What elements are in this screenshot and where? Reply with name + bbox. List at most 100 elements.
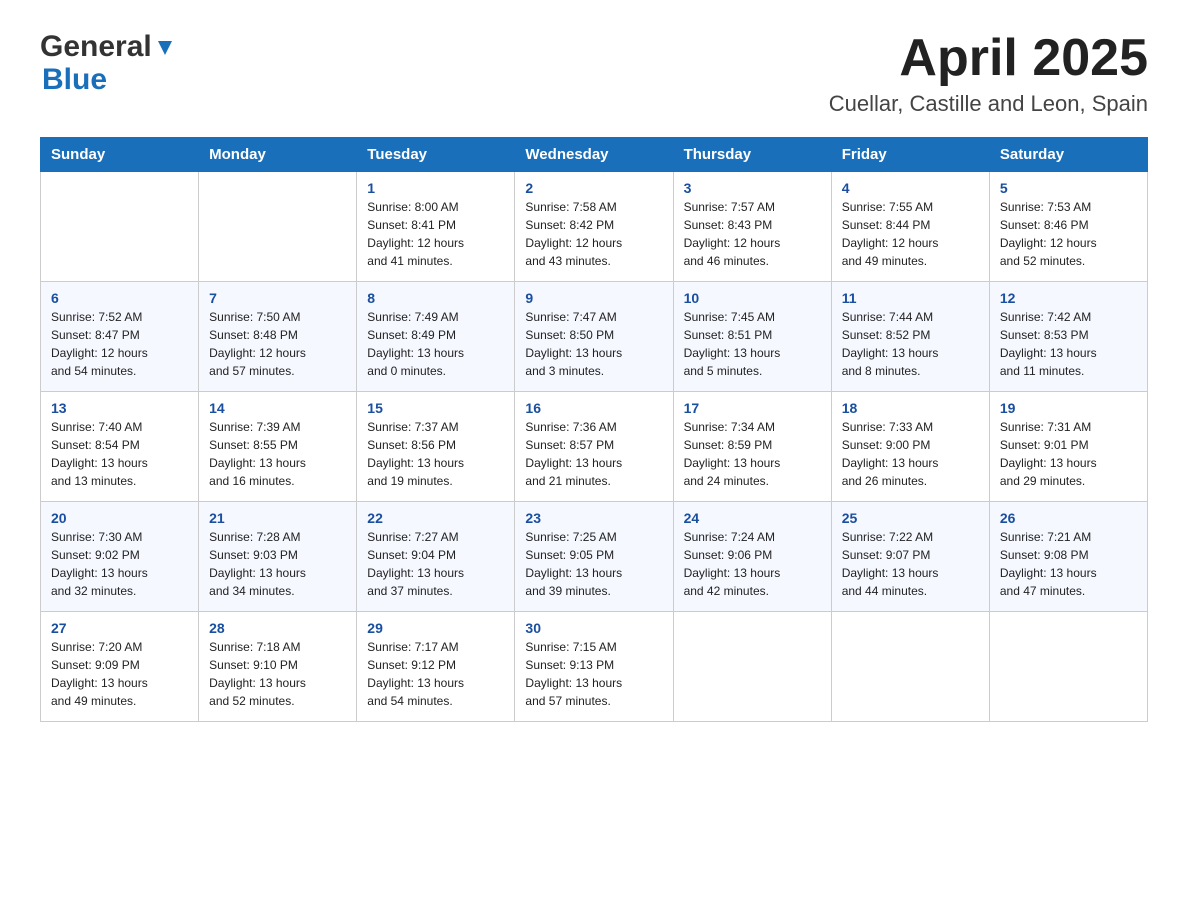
calendar-cell: 27Sunrise: 7:20 AMSunset: 9:09 PMDayligh… — [41, 612, 199, 722]
header-day-wednesday: Wednesday — [515, 138, 673, 172]
day-info: Sunrise: 7:57 AMSunset: 8:43 PMDaylight:… — [684, 198, 821, 270]
day-number: 3 — [684, 180, 821, 196]
day-info: Sunrise: 7:15 AMSunset: 9:13 PMDaylight:… — [525, 638, 662, 710]
calendar-cell: 7 Sunrise: 7:50 AMSunset: 8:48 PMDaylight… — [199, 282, 357, 392]
day-number: 30 — [525, 620, 662, 636]
day-number: 8 — [367, 290, 504, 306]
day-info: Sunrise: 7:37 AMSunset: 8:56 PMDaylight:… — [367, 418, 504, 490]
calendar-header-row: SundayMondayTuesdayWednesdayThursdayFrid… — [41, 138, 1148, 172]
calendar-cell: 12Sunrise: 7:42 AMSunset: 8:53 PMDayligh… — [989, 282, 1147, 392]
calendar-cell: 17 Sunrise: 7:34 AMSunset: 8:59 PMDayligh… — [673, 392, 831, 502]
day-info: Sunrise: 7:53 AMSunset: 8:46 PMDaylight:… — [1000, 198, 1137, 270]
calendar-cell: 30 Sunrise: 7:15 AMSunset: 9:13 PMDayligh… — [515, 612, 673, 722]
calendar-cell: 4Sunrise: 7:55 AMSunset: 8:44 PMDaylight… — [831, 172, 989, 282]
header-day-sunday: Sunday — [41, 138, 199, 172]
day-number: 17 — [684, 400, 821, 416]
day-info: Sunrise: 7:44 AMSunset: 8:52 PMDaylight:… — [842, 308, 979, 380]
day-info: Sunrise: 7:34 AMSunset: 8:59 PMDaylight:… — [684, 418, 821, 490]
day-number: 13 — [51, 400, 188, 416]
header-day-saturday: Saturday — [989, 138, 1147, 172]
calendar-cell: 18Sunrise: 7:33 AMSunset: 9:00 PMDayligh… — [831, 392, 989, 502]
calendar-cell: 19Sunrise: 7:31 AMSunset: 9:01 PMDayligh… — [989, 392, 1147, 502]
calendar-cell: 8Sunrise: 7:49 AMSunset: 8:49 PMDaylight… — [357, 282, 515, 392]
calendar-cell: 28 Sunrise: 7:18 AMSunset: 9:10 PMDayligh… — [199, 612, 357, 722]
day-number: 26 — [1000, 510, 1137, 526]
day-number: 7 — [209, 290, 346, 306]
calendar-cell — [199, 172, 357, 282]
location-title: Cuellar, Castille and Leon, Spain — [829, 91, 1148, 117]
day-info: Sunrise: 7:36 AMSunset: 8:57 PMDaylight:… — [525, 418, 662, 490]
logo-blue-text: Blue — [42, 63, 107, 96]
day-number: 29 — [367, 620, 504, 636]
day-info: Sunrise: 8:00 AMSunset: 8:41 PMDaylight:… — [367, 198, 504, 270]
day-number: 20 — [51, 510, 188, 526]
calendar-cell — [989, 612, 1147, 722]
calendar-cell: 6 Sunrise: 7:52 AMSunset: 8:47 PMDaylight… — [41, 282, 199, 392]
header: General Blue April 2025 Cuellar, Castill… — [40, 30, 1148, 117]
day-number: 2 — [525, 180, 662, 196]
day-info: Sunrise: 7:58 AMSunset: 8:42 PMDaylight:… — [525, 198, 662, 270]
day-info: Sunrise: 7:27 AMSunset: 9:04 PMDaylight:… — [367, 528, 504, 600]
calendar-cell: 23Sunrise: 7:25 AMSunset: 9:05 PMDayligh… — [515, 502, 673, 612]
calendar-cell: 20 Sunrise: 7:30 AMSunset: 9:02 PMDayligh… — [41, 502, 199, 612]
calendar-cell: 10 Sunrise: 7:45 AMSunset: 8:51 PMDayligh… — [673, 282, 831, 392]
day-info: Sunrise: 7:24 AMSunset: 9:06 PMDaylight:… — [684, 528, 821, 600]
calendar-cell: 22 Sunrise: 7:27 AMSunset: 9:04 PMDayligh… — [357, 502, 515, 612]
month-title: April 2025 — [829, 30, 1148, 87]
day-number: 6 — [51, 290, 188, 306]
day-info: Sunrise: 7:22 AMSunset: 9:07 PMDaylight:… — [842, 528, 979, 600]
calendar-cell: 16 Sunrise: 7:36 AMSunset: 8:57 PMDayligh… — [515, 392, 673, 502]
day-number: 28 — [209, 620, 346, 636]
day-number: 14 — [209, 400, 346, 416]
calendar-cell: 24 Sunrise: 7:24 AMSunset: 9:06 PMDayligh… — [673, 502, 831, 612]
day-info: Sunrise: 7:55 AMSunset: 8:44 PMDaylight:… — [842, 198, 979, 270]
calendar-cell — [41, 172, 199, 282]
day-number: 12 — [1000, 290, 1137, 306]
calendar-week-3: 13 Sunrise: 7:40 AMSunset: 8:54 PMDayligh… — [41, 392, 1148, 502]
calendar-cell: 2 Sunrise: 7:58 AMSunset: 8:42 PMDaylight… — [515, 172, 673, 282]
day-number: 11 — [842, 290, 979, 306]
day-number: 5 — [1000, 180, 1137, 196]
day-info: Sunrise: 7:18 AMSunset: 9:10 PMDaylight:… — [209, 638, 346, 710]
day-number: 16 — [525, 400, 662, 416]
day-info: Sunrise: 7:31 AMSunset: 9:01 PMDaylight:… — [1000, 418, 1137, 490]
day-number: 25 — [842, 510, 979, 526]
day-info: Sunrise: 7:20 AMSunset: 9:09 PMDaylight:… — [51, 638, 188, 710]
header-day-friday: Friday — [831, 138, 989, 172]
title-area: April 2025 Cuellar, Castille and Leon, S… — [829, 30, 1148, 117]
day-info: Sunrise: 7:52 AMSunset: 8:47 PMDaylight:… — [51, 308, 188, 380]
day-number: 22 — [367, 510, 504, 526]
day-info: Sunrise: 7:28 AMSunset: 9:03 PMDaylight:… — [209, 528, 346, 600]
day-number: 23 — [525, 510, 662, 526]
calendar-cell: 15Sunrise: 7:37 AMSunset: 8:56 PMDayligh… — [357, 392, 515, 502]
logo-triangle-icon — [154, 37, 176, 59]
day-info: Sunrise: 7:45 AMSunset: 8:51 PMDaylight:… — [684, 308, 821, 380]
logo: General Blue — [40, 30, 176, 96]
header-day-thursday: Thursday — [673, 138, 831, 172]
calendar-week-5: 27Sunrise: 7:20 AMSunset: 9:09 PMDayligh… — [41, 612, 1148, 722]
header-day-monday: Monday — [199, 138, 357, 172]
calendar-week-1: 1 Sunrise: 8:00 AMSunset: 8:41 PMDaylight… — [41, 172, 1148, 282]
calendar-cell: 3 Sunrise: 7:57 AMSunset: 8:43 PMDaylight… — [673, 172, 831, 282]
day-number: 9 — [525, 290, 662, 306]
day-info: Sunrise: 7:21 AMSunset: 9:08 PMDaylight:… — [1000, 528, 1137, 600]
calendar-cell: 9Sunrise: 7:47 AMSunset: 8:50 PMDaylight… — [515, 282, 673, 392]
header-day-tuesday: Tuesday — [357, 138, 515, 172]
calendar-cell: 5 Sunrise: 7:53 AMSunset: 8:46 PMDaylight… — [989, 172, 1147, 282]
day-info: Sunrise: 7:39 AMSunset: 8:55 PMDaylight:… — [209, 418, 346, 490]
day-info: Sunrise: 7:30 AMSunset: 9:02 PMDaylight:… — [51, 528, 188, 600]
calendar-week-4: 20 Sunrise: 7:30 AMSunset: 9:02 PMDayligh… — [41, 502, 1148, 612]
day-info: Sunrise: 7:17 AMSunset: 9:12 PMDaylight:… — [367, 638, 504, 710]
calendar-table: SundayMondayTuesdayWednesdayThursdayFrid… — [40, 137, 1148, 722]
day-number: 18 — [842, 400, 979, 416]
day-number: 1 — [367, 180, 504, 196]
calendar-cell: 21Sunrise: 7:28 AMSunset: 9:03 PMDayligh… — [199, 502, 357, 612]
calendar-cell — [673, 612, 831, 722]
day-number: 24 — [684, 510, 821, 526]
calendar-cell: 14 Sunrise: 7:39 AMSunset: 8:55 PMDayligh… — [199, 392, 357, 502]
day-info: Sunrise: 7:40 AMSunset: 8:54 PMDaylight:… — [51, 418, 188, 490]
logo-general-text: General — [40, 30, 152, 63]
calendar-cell: 11 Sunrise: 7:44 AMSunset: 8:52 PMDayligh… — [831, 282, 989, 392]
day-number: 10 — [684, 290, 821, 306]
day-info: Sunrise: 7:50 AMSunset: 8:48 PMDaylight:… — [209, 308, 346, 380]
